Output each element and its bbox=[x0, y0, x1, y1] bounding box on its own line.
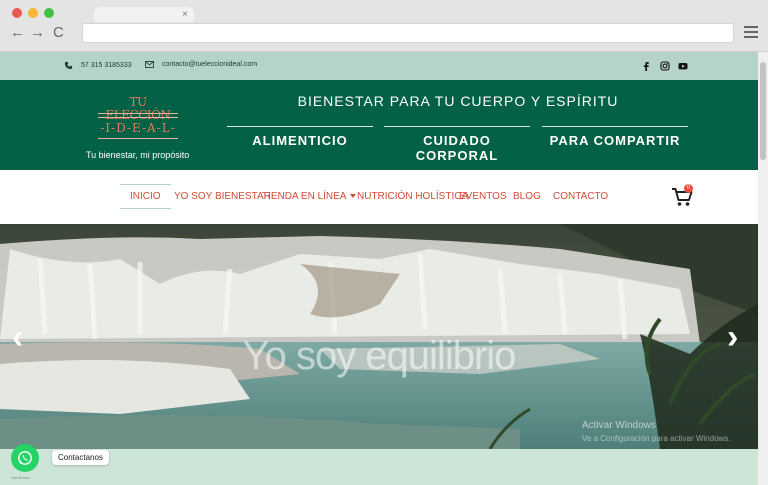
facebook-icon[interactable] bbox=[641, 61, 651, 71]
email-contact[interactable]: contacto@tueleccionideal.com bbox=[145, 61, 257, 68]
category-cuidado-corporal[interactable]: CUIDADO CORPORAL bbox=[384, 126, 530, 163]
whatsapp-icon bbox=[18, 451, 32, 465]
logo-divider bbox=[98, 113, 178, 114]
whatsapp-label[interactable]: Contactanos bbox=[52, 450, 109, 465]
phone-contact[interactable]: 57 315 3185333 bbox=[64, 61, 132, 70]
minimize-window-button[interactable] bbox=[28, 8, 38, 18]
browser-tab[interactable]: × bbox=[94, 7, 194, 22]
browser-menu-icon[interactable] bbox=[744, 26, 758, 38]
site-logo[interactable]: TU ELECCIÓN -I-D-E-A-L- bbox=[98, 96, 178, 144]
close-window-button[interactable] bbox=[12, 8, 22, 18]
envelope-icon bbox=[145, 61, 154, 68]
phone-number: 57 315 3185333 bbox=[81, 62, 132, 69]
logo-tagline: Tu bienestar, mi propósito bbox=[86, 150, 190, 160]
maximize-window-button[interactable] bbox=[44, 8, 54, 18]
back-button[interactable]: ← bbox=[10, 25, 25, 41]
nav-tienda-label: TIENDA EN LÍNEA bbox=[262, 191, 347, 202]
youtube-icon[interactable] bbox=[678, 61, 688, 71]
activate-windows-title: Activar Windows bbox=[582, 420, 656, 431]
logo-text-main: TU ELECCIÓN bbox=[105, 95, 171, 122]
nav-contacto[interactable]: CONTACTO bbox=[553, 191, 608, 202]
email-address: contacto@tueleccionideal.com bbox=[162, 61, 258, 68]
nav-eventos[interactable]: EVENTOS bbox=[459, 191, 507, 202]
logo-divider bbox=[98, 138, 178, 139]
activate-windows-subtitle: Ve a Configuración para activar Windows. bbox=[582, 434, 731, 443]
phone-icon bbox=[64, 61, 73, 70]
site-header: TU ELECCIÓN -I-D-E-A-L- Tu bienestar, mi… bbox=[0, 80, 758, 170]
reload-button[interactable]: C bbox=[53, 25, 64, 41]
browser-chrome: × ← → C bbox=[0, 0, 768, 52]
nav-nutricion-holistica[interactable]: NUTRICIÓN HOLÍSTICA bbox=[357, 191, 468, 202]
category-alimenticio[interactable]: ALIMENTICIO bbox=[227, 126, 373, 148]
instagram-icon[interactable] bbox=[660, 61, 670, 71]
tab-close-icon[interactable]: × bbox=[182, 7, 188, 22]
category-para-compartir[interactable]: PARA COMPARTIR bbox=[542, 126, 688, 148]
content-section bbox=[0, 449, 758, 485]
logo-text-ideal: -I-D-E-A-L- bbox=[100, 121, 176, 135]
cart-count-badge: 0 bbox=[684, 184, 693, 193]
hero-slider: ‹ › Yo soy equilibrio Activar Windows Ve… bbox=[0, 224, 758, 449]
hero-caption: Yo soy equilibrio bbox=[242, 334, 517, 378]
nav-tienda-en-linea[interactable]: TIENDA EN LÍNEA bbox=[262, 191, 357, 202]
forward-button[interactable]: → bbox=[30, 25, 45, 41]
chevron-down-icon bbox=[350, 194, 357, 199]
page: 57 315 3185333 contacto@tueleccionideal.… bbox=[0, 52, 758, 485]
address-bar[interactable] bbox=[82, 23, 734, 43]
nav-inicio[interactable]: INICIO bbox=[120, 184, 171, 209]
nav-yo-soy-bienestar[interactable]: YO SOY BIENESTAR bbox=[174, 191, 271, 202]
main-nav: INICIO YO SOY BIENESTAR TIENDA EN LÍNEA … bbox=[0, 170, 758, 224]
nav-blog[interactable]: BLOG bbox=[513, 191, 541, 202]
whatsapp-button[interactable] bbox=[11, 444, 39, 472]
header-title: BIENESTAR PARA TU CUERPO Y ESPÍRITU bbox=[297, 93, 619, 109]
whatsapp-credit: Get Button bbox=[11, 475, 31, 480]
scrollbar-thumb[interactable] bbox=[760, 62, 766, 160]
logo-divider bbox=[98, 117, 178, 118]
contact-bar: 57 315 3185333 contacto@tueleccionideal.… bbox=[0, 52, 758, 80]
